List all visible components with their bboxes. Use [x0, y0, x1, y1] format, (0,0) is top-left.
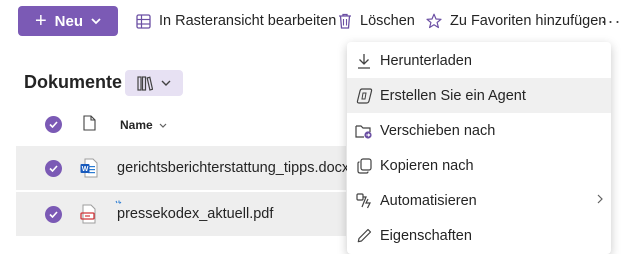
- select-all-checkbox[interactable]: [45, 116, 62, 133]
- checkmark-icon: [49, 211, 58, 218]
- plus-icon: +: [34, 10, 47, 32]
- new-button-label: Neu: [54, 12, 84, 30]
- table-row[interactable]: pressekodex_aktuell.pdf: [16, 192, 346, 236]
- word-file-icon: W: [80, 158, 98, 178]
- menu-item-copy[interactable]: Kopieren nach: [347, 148, 611, 183]
- pdf-file-icon: [80, 204, 96, 224]
- move-folder-icon: [355, 124, 372, 139]
- chevron-right-icon: [597, 194, 603, 204]
- menu-item-label: Eigenschaften: [380, 227, 472, 244]
- trash-icon: [339, 13, 351, 29]
- favorite-label: Zu Favoriten hinzufügen: [450, 13, 607, 29]
- file-name[interactable]: pressekodex_aktuell.pdf: [117, 206, 273, 222]
- checkmark-icon: [49, 121, 58, 128]
- column-header-row: Name: [16, 110, 346, 140]
- favorite-button[interactable]: Zu Favoriten hinzufügen: [426, 8, 606, 34]
- copy-icon: [356, 157, 372, 174]
- agent-icon: [356, 87, 372, 104]
- grid-icon: [136, 13, 151, 29]
- view-switcher[interactable]: [125, 70, 183, 96]
- chevron-down-icon: [91, 17, 101, 24]
- menu-item-label: Kopieren nach: [380, 157, 474, 174]
- grid-edit-label: In Rasteransicht bearbeiten: [159, 13, 337, 29]
- edit-pencil-icon: [357, 228, 371, 243]
- table-row[interactable]: W gerichtsberichterstattung_tipps.docx: [16, 146, 349, 190]
- menu-item-label: Verschieben nach: [380, 122, 496, 139]
- delete-button[interactable]: Löschen: [338, 8, 415, 34]
- checkmark-icon: [49, 165, 58, 172]
- svg-text:W: W: [82, 166, 89, 173]
- context-menu: Herunterladen Erstellen Sie ein Agent Ve…: [347, 42, 611, 254]
- menu-item-label: Automatisieren: [380, 192, 477, 209]
- library-view-icon: [137, 75, 153, 91]
- menu-item-label: Erstellen Sie ein Agent: [380, 87, 526, 104]
- grid-edit-button[interactable]: In Rasteransicht bearbeiten: [136, 8, 336, 34]
- more-options-button[interactable]: ···: [596, 8, 626, 34]
- delete-label: Löschen: [360, 13, 415, 29]
- menu-item-create-agent[interactable]: Erstellen Sie ein Agent: [347, 78, 611, 113]
- row-checkbox[interactable]: [45, 206, 62, 223]
- file-type-icon: [83, 115, 96, 131]
- menu-item-automate[interactable]: Automatisieren: [347, 183, 611, 218]
- row-checkbox[interactable]: [45, 160, 62, 177]
- row-divider: [16, 190, 346, 191]
- chevron-down-icon: [161, 80, 171, 86]
- command-bar: + Neu In Rasteransicht bearbeiten Lösche…: [0, 0, 640, 44]
- menu-item-move[interactable]: Verschieben nach: [347, 113, 611, 148]
- library-title: Dokumente: [24, 72, 123, 92]
- star-icon: [426, 13, 442, 29]
- new-button[interactable]: + Neu: [18, 6, 118, 36]
- automate-icon: [355, 192, 371, 208]
- menu-item-label: Herunterladen: [380, 52, 472, 69]
- chevron-down-icon: [159, 123, 167, 128]
- menu-item-download[interactable]: Herunterladen: [347, 43, 611, 78]
- name-header-label: Name: [120, 118, 153, 132]
- name-column-header[interactable]: Name: [120, 118, 167, 132]
- menu-item-properties[interactable]: Eigenschaften: [347, 218, 611, 253]
- download-icon: [358, 53, 370, 69]
- file-name[interactable]: gerichtsberichterstattung_tipps.docx: [117, 160, 349, 176]
